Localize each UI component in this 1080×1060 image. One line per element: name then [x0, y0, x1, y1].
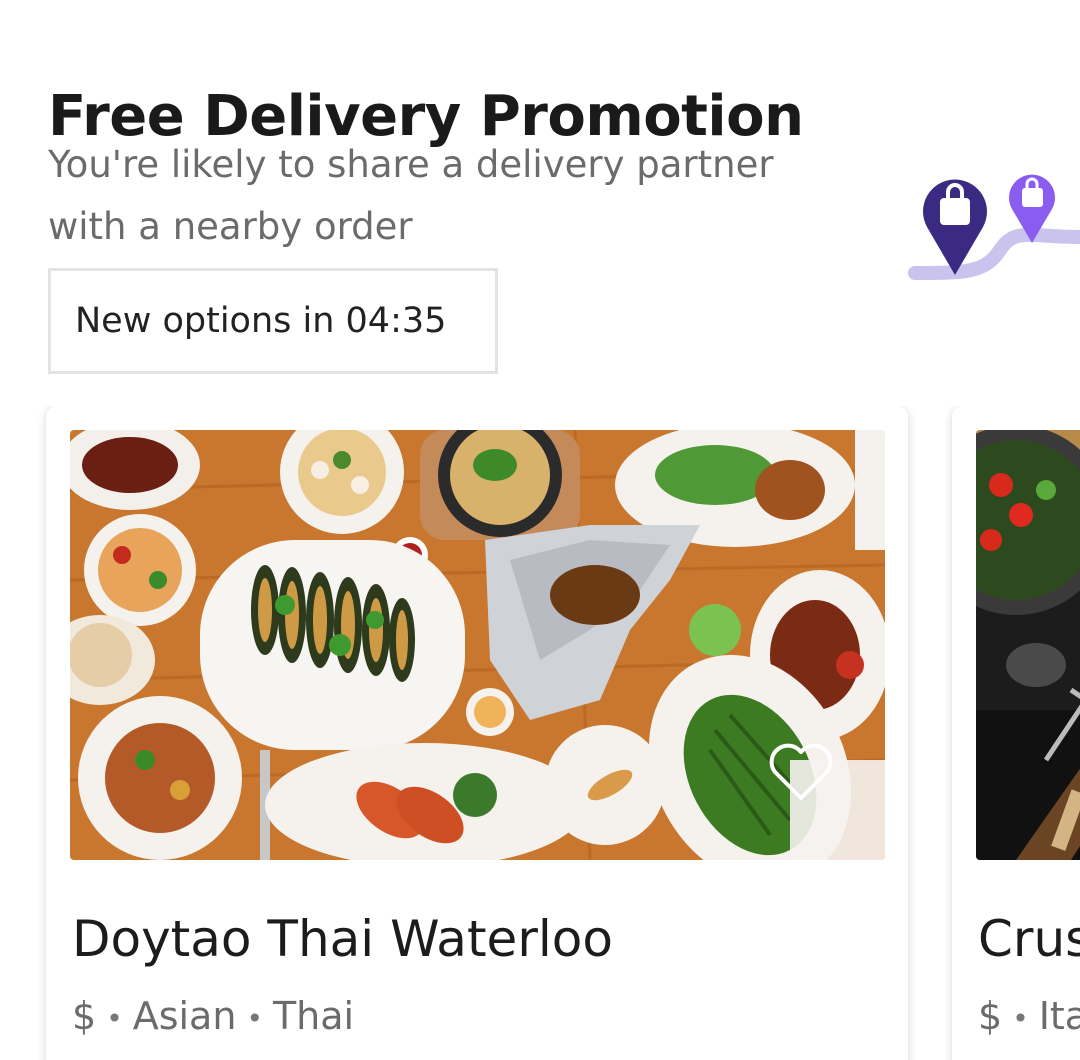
heart-outline-icon [769, 743, 833, 800]
restaurant-name: Crus [978, 910, 1080, 968]
cuisine-tag: Ita [1038, 994, 1080, 1038]
cuisine-tag: Asian [132, 994, 237, 1038]
restaurant-meta: $ • Ita [978, 994, 1080, 1038]
price-level: $ [72, 994, 97, 1038]
restaurant-card[interactable]: Crus $ • Ita [952, 406, 1080, 1060]
restaurant-name: Doytao Thai Waterloo [72, 910, 613, 968]
cuisine-tag: Thai [272, 994, 355, 1038]
countdown-badge: New options in 04:35 [48, 268, 498, 374]
delivery-route-illustration [908, 174, 1080, 280]
favorite-button[interactable] [767, 742, 835, 804]
countdown-text: New options in 04:35 [75, 301, 447, 341]
restaurant-image [976, 430, 1080, 860]
restaurant-card[interactable]: Doytao Thai Waterloo $ • Asian • Thai [46, 406, 908, 1060]
promo-subtitle: You're likely to share a delivery partne… [48, 143, 774, 248]
restaurant-carousel[interactable]: Doytao Thai Waterloo $ • Asian • Thai Crus [0, 406, 1080, 1060]
restaurant-image [70, 430, 885, 860]
restaurant-meta: $ • Asian • Thai [72, 994, 355, 1038]
price-level: $ [978, 994, 1003, 1038]
